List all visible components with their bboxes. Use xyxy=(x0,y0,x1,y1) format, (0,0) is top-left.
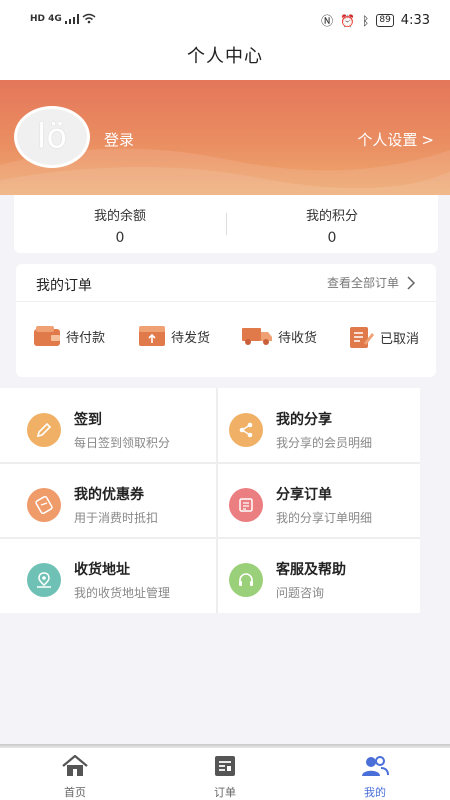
order-status-cancelled[interactable]: 已取消 xyxy=(350,326,419,348)
menu-item-coupons[interactable]: 我的优惠券 用于消费时抵扣 xyxy=(27,484,158,526)
points-section[interactable]: 我的积分 0 xyxy=(226,205,438,246)
profile-banner: lö 登录 个人设置 > xyxy=(0,80,450,195)
menu-grid: 签到 每日签到领取积分 我的分享 我分享的会员明细 我的优惠券 用于消费时抵扣 … xyxy=(0,388,420,613)
divider xyxy=(0,537,420,539)
divider xyxy=(0,462,420,464)
menu-item-subtitle: 每日签到领取积分 xyxy=(74,436,171,450)
orders-title: 我的订单 xyxy=(36,278,92,294)
menu-item-title: 我的优惠券 xyxy=(74,487,144,503)
bottom-tab-bar: 首页 订单 我的 xyxy=(0,748,450,800)
status-bar: HD 4G Ⓝ ⏰ ᛒ 89 4:33 xyxy=(0,0,450,40)
menu-item-my-shares[interactable]: 我的分享 我分享的会员明细 xyxy=(229,409,372,451)
wallet-icon xyxy=(34,326,60,346)
order-status-pending-shipment[interactable]: 待发货 xyxy=(139,326,210,346)
system-indicators: Ⓝ ⏰ ᛒ 89 4:33 xyxy=(321,12,430,29)
menu-item-shared-orders[interactable]: 分享订单 我的分享订单明细 xyxy=(229,484,372,526)
avatar[interactable]: lö xyxy=(14,106,90,168)
menu-item-subtitle: 我分享的会员明细 xyxy=(276,436,373,450)
balance-value: 0 xyxy=(115,230,125,246)
headset-icon xyxy=(229,563,263,597)
menu-item-subtitle: 用于消费时抵扣 xyxy=(74,511,159,525)
clock: 4:33 xyxy=(400,13,430,28)
tab-label: 订单 xyxy=(214,786,236,799)
share-icon xyxy=(229,413,263,447)
menu-item-subtitle: 我的分享订单明细 xyxy=(276,511,373,525)
bluetooth-icon: ᛒ xyxy=(362,13,370,28)
user-group-icon xyxy=(335,754,415,778)
avatar-logo: lö xyxy=(36,117,68,157)
balance-section[interactable]: 我的余额 0 xyxy=(14,205,226,246)
order-status-label: 待收货 xyxy=(278,330,318,346)
menu-item-title: 客服及帮助 xyxy=(276,562,346,578)
menu-item-title: 我的分享 xyxy=(276,412,332,428)
menu-item-checkin[interactable]: 签到 每日签到领取积分 xyxy=(27,409,170,451)
truck-icon xyxy=(242,328,272,345)
order-status-label: 已取消 xyxy=(380,331,420,347)
menu-item-subtitle: 问题咨询 xyxy=(276,586,325,600)
view-all-label: 查看全部订单 xyxy=(326,276,399,290)
menu-item-subtitle: 我的收货地址管理 xyxy=(74,586,171,600)
order-status-pending-payment[interactable]: 待付款 xyxy=(34,326,105,346)
tab-label: 首页 xyxy=(64,786,86,799)
location-icon xyxy=(27,563,61,597)
chevron-right-icon xyxy=(407,275,416,290)
tab-home[interactable]: 首页 xyxy=(35,754,115,800)
wifi-icon xyxy=(82,13,96,24)
tab-mine[interactable]: 我的 xyxy=(335,754,415,800)
menu-item-title: 收货地址 xyxy=(74,562,130,578)
pencil-icon xyxy=(27,413,61,447)
edit-doc-icon xyxy=(350,327,374,348)
coupon-icon xyxy=(27,488,61,522)
orders-header: 我的订单 查看全部订单 xyxy=(16,264,436,302)
balance-card: 我的余额 0 我的积分 0 xyxy=(14,195,438,253)
personal-settings-link[interactable]: 个人设置 > xyxy=(357,129,434,150)
tab-orders[interactable]: 订单 xyxy=(185,754,265,800)
home-icon xyxy=(35,754,115,778)
login-link[interactable]: 登录 xyxy=(104,129,134,150)
menu-item-shipping-address[interactable]: 收货地址 我的收货地址管理 xyxy=(27,559,170,601)
orders-card: 我的订单 查看全部订单 待付款 待发货 待收货 已取消 xyxy=(16,264,436,377)
order-status-pending-receipt[interactable]: 待收货 xyxy=(242,326,317,346)
tab-label: 我的 xyxy=(364,786,386,799)
signal-indicators: HD 4G xyxy=(30,13,96,24)
alarm-icon: ⏰ xyxy=(340,13,356,28)
balance-label: 我的余额 xyxy=(93,209,146,224)
menu-item-customer-service[interactable]: 客服及帮助 问题咨询 xyxy=(229,559,346,601)
points-value: 0 xyxy=(327,230,337,246)
nfc-icon: Ⓝ xyxy=(321,14,334,28)
order-status-label: 待付款 xyxy=(66,330,106,346)
page-title: 个人中心 xyxy=(187,46,263,67)
divider xyxy=(216,388,218,613)
order-status-label: 待发货 xyxy=(171,330,211,346)
chevron-right-icon: > xyxy=(421,130,434,149)
view-all-orders-link[interactable]: 查看全部订单 xyxy=(327,274,416,291)
document-icon xyxy=(229,488,263,522)
box-upload-icon xyxy=(139,326,165,346)
settings-label: 个人设置 xyxy=(357,131,418,149)
battery-level: 89 xyxy=(376,14,394,27)
order-list-icon xyxy=(185,754,265,778)
menu-item-title: 分享订单 xyxy=(276,487,332,503)
signal-icon xyxy=(64,13,79,24)
network-type: HD 4G xyxy=(30,13,62,24)
menu-item-title: 签到 xyxy=(74,412,102,428)
top-nav: 个人中心 xyxy=(0,40,450,80)
points-label: 我的积分 xyxy=(305,209,358,224)
